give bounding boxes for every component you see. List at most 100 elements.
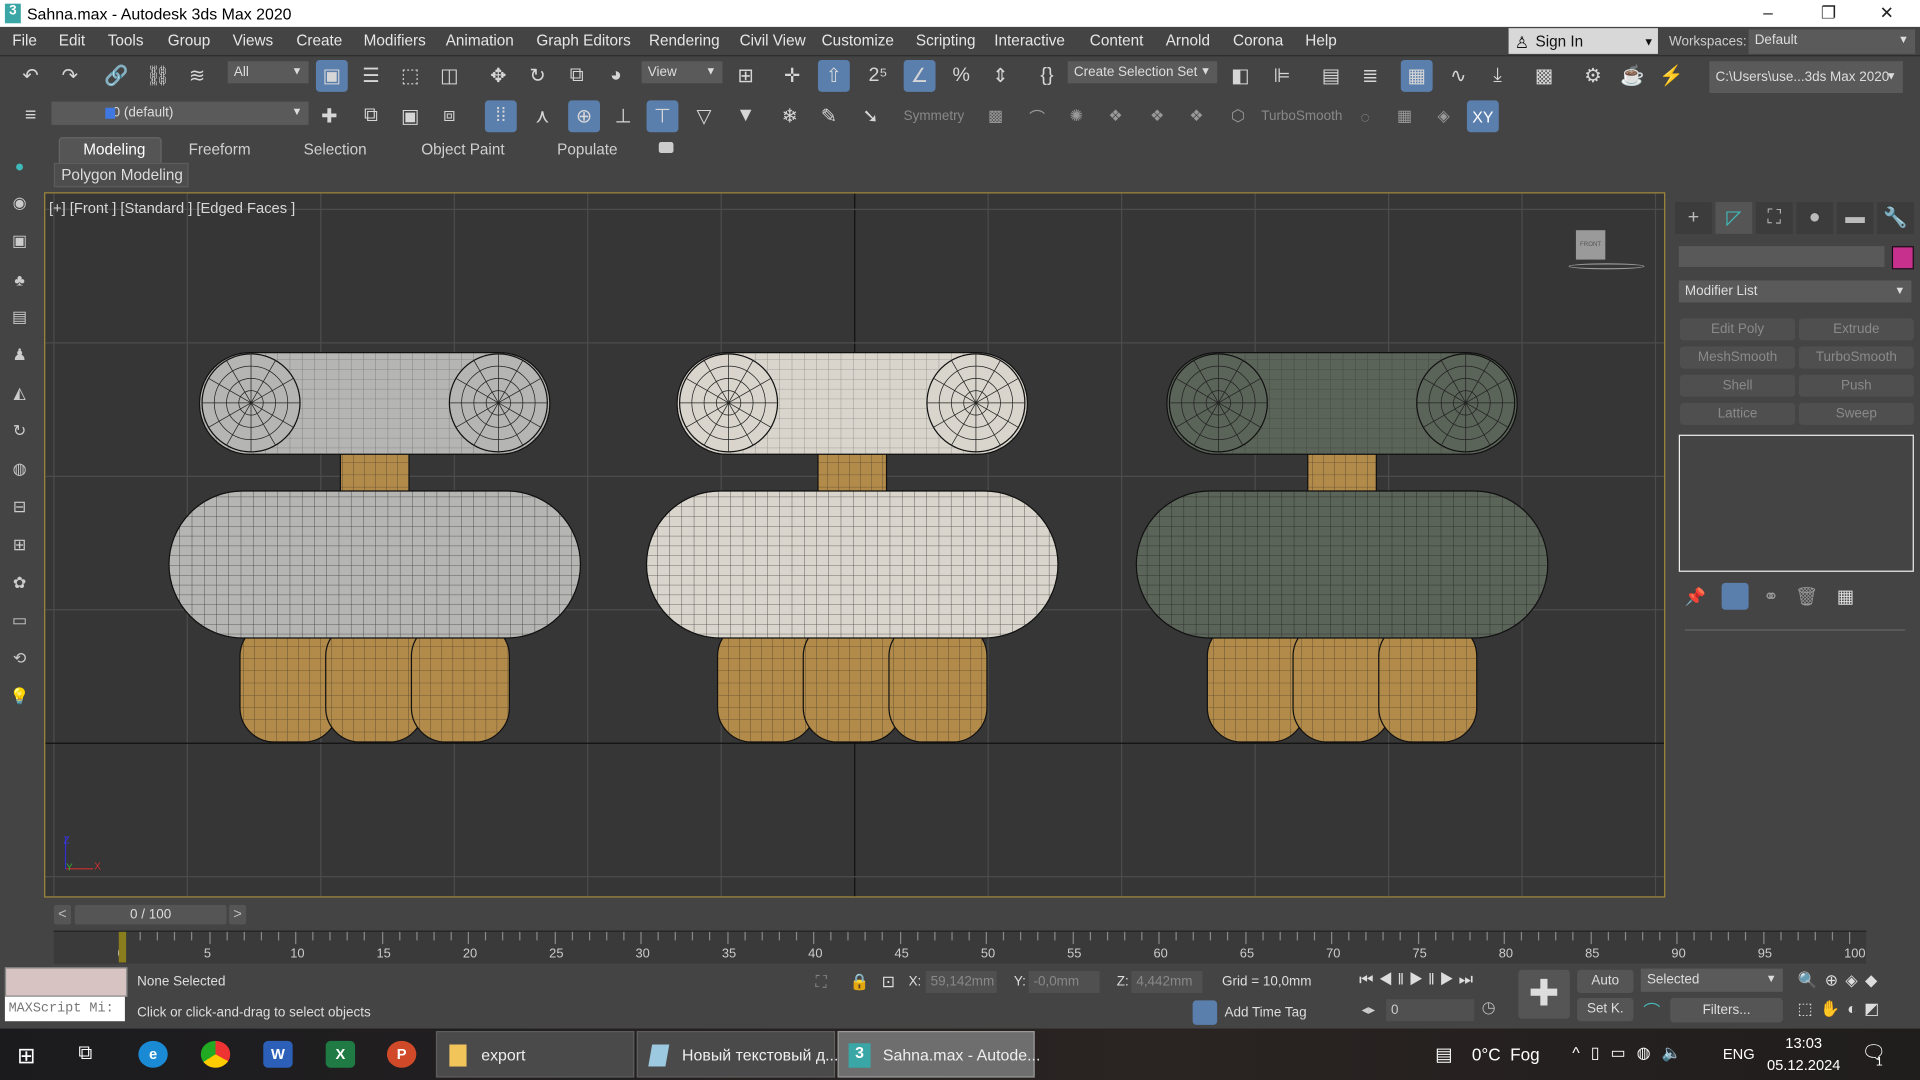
language-indicator[interactable]: ENG [1723,1046,1755,1063]
layer-list-icon[interactable]: ▤ [4,301,36,333]
xform-icon[interactable]: XY [1466,100,1499,133]
align-icon[interactable]: ⊫ [1266,60,1298,92]
menu-animation[interactable]: Animation [446,32,514,49]
edge-snap-icon[interactable]: ⊥ [607,100,639,132]
menu-tools[interactable]: Tools [108,32,144,49]
go-to-end-icon[interactable]: ⏭ [1459,970,1478,988]
pan-icon[interactable]: ✋ [1820,999,1847,1017]
track-bar[interactable]: 0510152025303540455055606570758085909510… [53,930,1867,964]
twist-icon[interactable]: ✺ [1060,100,1092,132]
undo-icon[interactable]: ↶ [15,60,47,92]
freeze-icon[interactable]: ❄ [774,100,806,132]
task-view-icon[interactable]: ⧉ [78,1043,92,1065]
light-bulb-icon[interactable]: ● [4,149,36,181]
workspace-dropdown[interactable]: Default ▼ [1748,29,1916,54]
panel-divider[interactable] [1684,629,1906,631]
keyboard-shortcut-icon[interactable]: ⇧ [817,60,850,92]
render-icon[interactable]: ⊞ [4,529,36,561]
previous-key-icon[interactable]: ◀‖ [1378,970,1409,988]
menu-civil-view[interactable]: Civil View [740,32,806,49]
go-to-start-icon[interactable]: ⏮ [1359,970,1378,988]
object-name-field[interactable] [1678,246,1885,267]
project-folder-dropdown[interactable]: C:\Users\use...3ds Max 2020 ▼ [1709,61,1903,94]
maximize-viewport-icon[interactable]: ◩ [1864,999,1886,1017]
shape-icon[interactable]: ◭ [4,377,36,409]
add-time-tag-button[interactable]: Add Time Tag [1224,1005,1306,1020]
percent-snap-icon[interactable]: % [945,60,977,92]
midpoint-snap-icon[interactable]: ⊤ [646,100,679,133]
scene-explorer-icon[interactable]: ▤ [1315,60,1347,92]
hide-layers-icon[interactable]: ⧈ [433,100,465,132]
link-icon[interactable]: 🔗 [100,60,132,92]
selection-lock-icon[interactable]: 🔒 [850,972,870,992]
redo-icon[interactable]: ↷ [54,60,86,92]
maxscript-listener-output[interactable] [4,967,128,997]
isolate-selection-icon[interactable]: ⛶ [816,972,827,992]
pivot-center-icon[interactable]: ⊞ [730,60,762,92]
absolute-mode-icon[interactable]: ⊡ [882,972,895,992]
windows-start-icon[interactable]: ⊞ [17,1043,35,1069]
menu-file[interactable]: File [12,32,37,49]
manipulate-icon[interactable]: ✛ [776,60,808,92]
ribbon-panel[interactable]: Polygon Modeling [53,162,189,188]
hierarchy-tab-icon[interactable]: ⛶ [1755,202,1793,234]
display-tab-icon[interactable]: ▬ [1836,202,1874,234]
weather-widget[interactable]: 0°C Fog [1472,1044,1540,1064]
taskbar-app-notepad[interactable]: Новый текстовый д... [636,1031,838,1078]
uvw-icon[interactable]: ◈ [1428,100,1460,132]
zoom-extents-all-icon[interactable]: ◆ [1865,971,1885,989]
zoom-icon[interactable]: 🔍 [1798,971,1825,989]
bind-space-warp-icon[interactable]: ≋ [181,60,213,92]
edit-named-sets-icon[interactable]: {} [1031,60,1063,92]
cursor-icon[interactable]: ➘ [855,100,887,132]
clock-time[interactable]: 13:03 [1785,1035,1822,1052]
character-icon[interactable]: ♟ [4,339,36,371]
orbit-icon[interactable]: ↻ [4,415,36,447]
modifier-button-sweep[interactable]: Sweep [1798,402,1914,425]
select-in-layer-icon[interactable]: ▣ [394,100,426,132]
menu-help[interactable]: Help [1305,32,1336,49]
zoom-all-icon[interactable]: ⊕ [1825,971,1846,989]
menu-create[interactable]: Create [296,32,342,49]
menu-scripting[interactable]: Scripting [916,32,976,49]
schematic-view-icon[interactable]: ⤓ [1482,60,1514,92]
ribbon-options-icon[interactable] [658,142,674,154]
tab-object-paint[interactable]: Object Paint [421,141,504,158]
face-center-snap-icon[interactable]: ▼ [730,100,762,132]
snaps-toggle-icon[interactable]: 2⁵ [862,60,894,92]
close-button[interactable]: ✕ [1880,2,1894,23]
chrome-icon[interactable] [200,1040,231,1068]
modifier-stack[interactable] [1678,434,1914,572]
time-slider-thumb[interactable]: 0 / 100 [74,904,227,925]
taskbar-app-3dsmax[interactable]: 3 Sahna.max - Autode... [837,1031,1040,1078]
people-icon[interactable]: ✿ [4,567,36,599]
viewport-canvas[interactable] [45,193,1665,897]
previous-frame-button[interactable]: < [53,904,72,925]
viewcube[interactable]: FRONT [1575,230,1606,260]
modifier-button-edit-poly[interactable]: Edit Poly [1680,318,1796,341]
x-coordinate-field[interactable]: 59,142mm [925,971,997,994]
time-tag-icon[interactable] [1192,1000,1218,1025]
lattice-icon[interactable]: ▩ [980,100,1012,132]
shell-icon[interactable]: ⬡ [1222,100,1254,132]
select-by-name-icon[interactable]: ☰ [355,60,387,92]
tab-modeling[interactable]: Modeling [83,141,145,158]
tab-populate[interactable]: Populate [557,141,617,158]
layer-dropdown[interactable]: 0 (default) ▼ [51,101,309,125]
object-color-swatch[interactable] [1891,246,1914,270]
modifier-button-meshsmooth[interactable]: MeshSmooth [1680,346,1796,369]
restore-button[interactable]: ❐ [1821,2,1836,23]
play-icon[interactable]: ▶ [1409,970,1428,988]
paint-icon[interactable]: ✎ [813,100,845,132]
menu-graph-editors[interactable]: Graph Editors [536,32,630,49]
rect-selection-icon[interactable]: ⬚ [394,60,426,92]
make-unique-icon[interactable]: ⚭ [1763,585,1778,608]
grid-snap-icon[interactable]: ⁞⁞ [484,100,517,133]
set-key-icon[interactable]: ✚ [1518,969,1570,1019]
pivot-snap-icon[interactable]: ⋏ [527,100,559,132]
camera-group-icon[interactable]: ▣ [4,225,36,257]
remove-modifier-icon[interactable]: 🗑 [1795,585,1818,608]
current-frame-field[interactable]: 0 [1386,999,1475,1022]
curve-editor-icon[interactable]: ∿ [1442,60,1474,92]
modifier-button-turbosmooth[interactable]: TurboSmooth [1798,346,1914,369]
